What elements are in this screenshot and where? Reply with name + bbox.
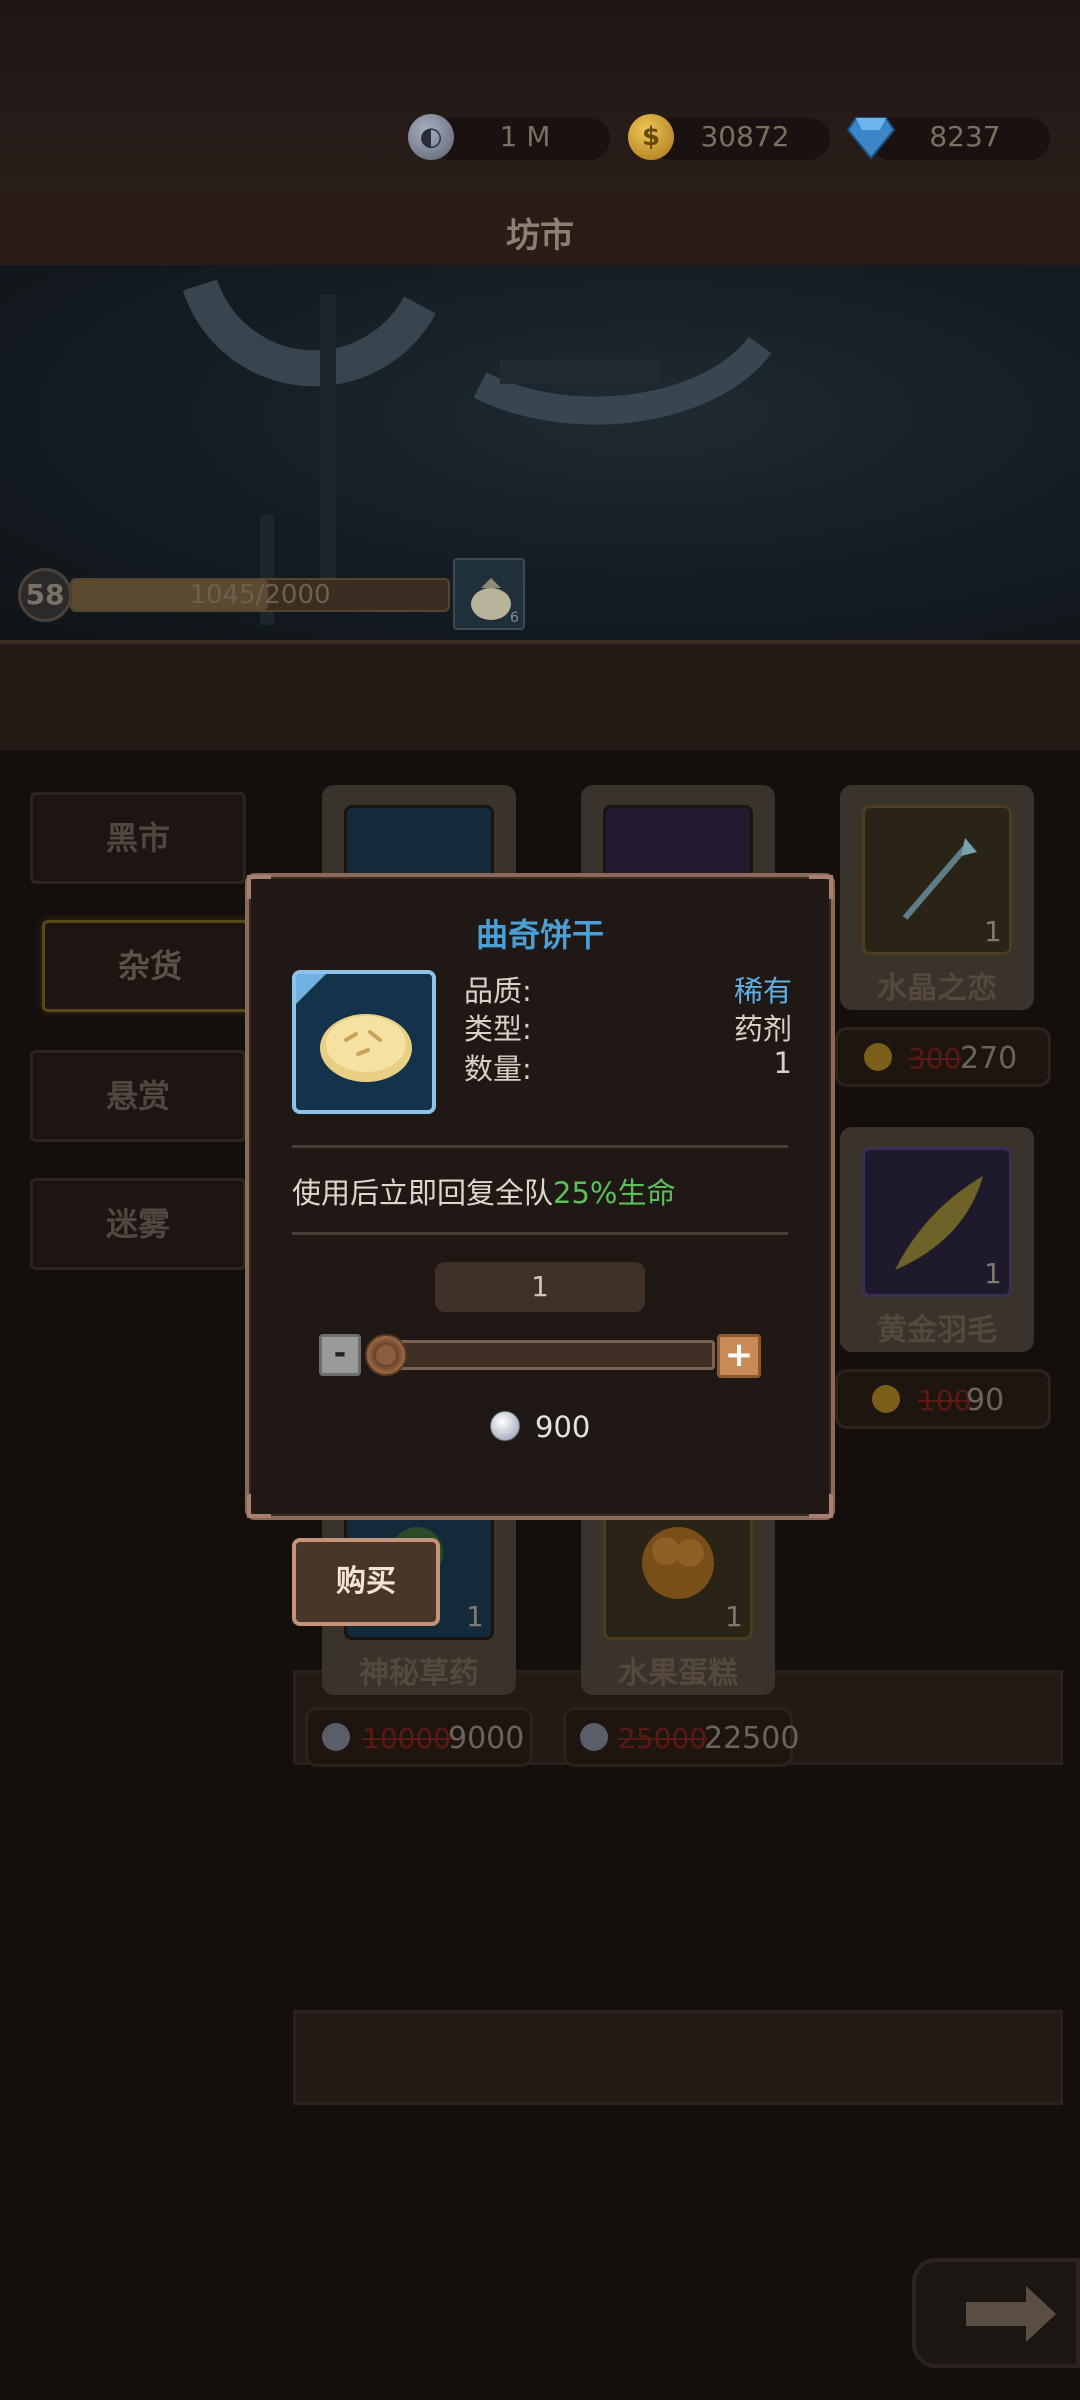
dialog-item-title: 曲奇饼干 <box>475 916 604 954</box>
price-pill: 25000 22500 <box>563 1707 799 1767</box>
silver-coin-icon: ◐ <box>408 114 454 160</box>
player-level-badge: 58 <box>18 568 72 622</box>
diamond-icon <box>846 117 896 160</box>
new-price: 9000 <box>448 1721 525 1756</box>
nav-general-goods[interactable]: 杂货 <box>42 920 258 1012</box>
item-description: 使用后立即回复全队25%生命 <box>292 1170 675 1212</box>
dialog-corner <box>809 1494 833 1518</box>
dialog-corner <box>247 1494 271 1518</box>
xp-text: 1045/2000 <box>189 580 331 610</box>
price-pill: 10000 9000 <box>305 1707 533 1767</box>
new-price: 270 <box>960 1041 1018 1076</box>
bag-count: 6 <box>510 610 519 626</box>
return-arrow-icon <box>966 2286 1056 2342</box>
quantity-value: 1 <box>773 1046 792 1080</box>
shop-item-card-golden-feather[interactable]: 1 黄金羽毛 <box>840 1127 1034 1352</box>
item-name: 水晶之恋 <box>877 971 997 1006</box>
old-price: 300 <box>908 1042 962 1075</box>
item-count: 1 <box>725 1600 743 1633</box>
description-highlight: 25%生命 <box>553 1176 676 1210</box>
item-name: 神秘草药 <box>359 1656 479 1691</box>
silver-coin-icon <box>580 1723 608 1751</box>
quality-label: 品质: <box>464 974 532 1008</box>
gold-amount: 30872 <box>700 120 790 153</box>
page-title: 坊市 <box>506 216 574 256</box>
dialog-corner <box>247 875 271 899</box>
quantity-slider-track[interactable] <box>369 1340 715 1370</box>
divider <box>292 1232 788 1235</box>
silver-amount: 1 M <box>499 120 551 153</box>
divider <box>292 1145 788 1148</box>
item-count: 1 <box>466 1600 484 1633</box>
item-count: 1 <box>984 1257 1002 1290</box>
item-name: 水果蛋糕 <box>618 1656 738 1691</box>
new-price: 90 <box>966 1383 1005 1418</box>
price-pill: 300 270 <box>835 1027 1051 1087</box>
cookie-icon <box>296 974 412 1082</box>
diamond-amount: 8237 <box>929 120 1001 153</box>
nav-bounty[interactable]: 悬赏 <box>30 1050 246 1142</box>
shop-item-card-crystal-love[interactable]: 1 水晶之恋 <box>840 785 1034 1010</box>
dialog-item-slot <box>292 970 436 1114</box>
purchase-quantity-display: 1 <box>435 1262 645 1312</box>
price-pill: 100 90 <box>835 1369 1051 1429</box>
decrease-quantity-button[interactable]: - <box>319 1334 361 1376</box>
old-price: 100 <box>918 1384 972 1417</box>
quantity-slider-handle[interactable] <box>365 1334 407 1376</box>
new-price: 22500 <box>704 1721 800 1756</box>
silver-coin-icon <box>322 1723 350 1751</box>
increase-quantity-button[interactable]: + <box>717 1334 761 1378</box>
quality-value: 稀有 <box>733 974 792 1008</box>
description-text: 使用后立即回复全队 <box>292 1176 554 1210</box>
top-bar <box>0 0 1080 195</box>
type-value: 药剂 <box>733 1012 792 1046</box>
buy-button[interactable]: 购买 <box>292 1538 440 1626</box>
old-price: 25000 <box>618 1722 708 1755</box>
quantity-label: 数量: <box>464 1052 532 1086</box>
gold-coin-icon <box>864 1043 892 1071</box>
dialog-corner <box>809 875 833 899</box>
item-count: 1 <box>984 915 1002 948</box>
empty-shelf <box>293 2010 1063 2105</box>
type-label: 类型: <box>464 1012 532 1046</box>
back-button[interactable] <box>912 2258 1080 2368</box>
silver-coin-icon <box>490 1411 520 1441</box>
item-name: 黄金羽毛 <box>877 1313 997 1348</box>
gold-coin-icon: $ <box>628 114 674 160</box>
scene-frame <box>0 640 1080 750</box>
old-price: 10000 <box>362 1722 452 1755</box>
nav-black-market[interactable]: 黑市 <box>30 792 246 884</box>
nav-fog[interactable]: 迷雾 <box>30 1178 246 1270</box>
total-cost: 900 <box>535 1410 591 1444</box>
gold-coin-icon <box>872 1385 900 1413</box>
